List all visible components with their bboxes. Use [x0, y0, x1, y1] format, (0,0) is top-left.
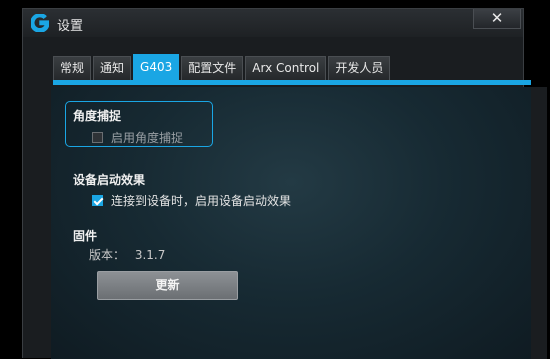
tab-general[interactable]: 常规	[53, 56, 92, 80]
angle-snapping-option[interactable]: 启用角度捕捉	[92, 129, 183, 146]
angle-snapping-checkbox[interactable]	[92, 132, 103, 143]
startup-effect-title: 设备启动效果	[73, 173, 146, 187]
tab-underline	[53, 80, 531, 85]
version-label: 版本：	[89, 248, 126, 262]
angle-snapping-title: 角度捕捉	[73, 109, 122, 123]
tab-bar: 常规 通知 G403 配置文件 Arx Control 开发人员	[53, 54, 392, 80]
tab-profiles[interactable]: 配置文件	[181, 56, 244, 80]
tab-developers[interactable]: 开发人员	[328, 56, 391, 80]
tab-arx-control[interactable]: Arx Control	[245, 56, 327, 80]
firmware-title: 固件	[73, 229, 98, 243]
logitech-g-icon	[31, 14, 49, 32]
update-button[interactable]: 更新	[97, 271, 238, 300]
startup-effect-label: 连接到设备时，启用设备启动效果	[111, 194, 292, 208]
check-icon[interactable]	[92, 195, 103, 206]
settings-window: 设置 ✕ 常规 通知 G403 配置文件 Arx Control 开发人员 角度…	[22, 8, 547, 359]
title-bar[interactable]: 设置 ✕	[23, 9, 523, 37]
close-button[interactable]: ✕	[473, 9, 521, 29]
g403-settings-panel: 角度捕捉 启用角度捕捉 设备启动效果 连接到设备时，启用设备启动效果 固件 版本…	[51, 87, 531, 359]
window-title: 设置	[57, 19, 84, 34]
side-rail	[531, 87, 547, 359]
tab-g403[interactable]: G403	[133, 54, 180, 80]
angle-snapping-label: 启用角度捕捉	[111, 131, 184, 145]
tab-notifications[interactable]: 通知	[93, 56, 132, 80]
firmware-version: 版本： 3.1.7	[89, 246, 165, 263]
close-icon: ✕	[490, 9, 504, 27]
version-value: 3.1.7	[134, 248, 166, 262]
startup-effect-option[interactable]: 连接到设备时，启用设备启动效果	[92, 192, 291, 209]
